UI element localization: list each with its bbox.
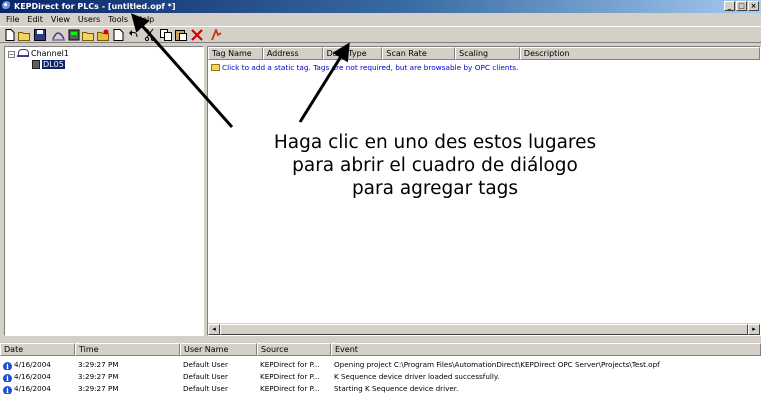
menu-help[interactable]: Help (132, 13, 158, 26)
callout-text: Haga clic en uno des estos lugares para … (225, 131, 645, 200)
scroll-right-arrow-icon[interactable]: ▸ (748, 324, 760, 335)
add-static-tag-text: Click to add a static tag. Tags are not … (222, 63, 519, 72)
menu-users[interactable]: Users (74, 13, 104, 26)
log-source: KEPDirect for P... (260, 360, 320, 369)
log-row[interactable]: i 4/16/2004 3:29:27 PM Default User KEPDi… (0, 383, 761, 394)
log-time: 3:29:27 PM (78, 384, 119, 393)
channel-icon[interactable] (52, 29, 65, 41)
menu-file[interactable]: File (2, 13, 23, 26)
scroll-left-arrow-icon[interactable]: ◂ (208, 324, 220, 335)
log-date: i 4/16/2004 (0, 371, 75, 382)
tree-item-device[interactable]: DL05 (32, 60, 65, 70)
column-header-date[interactable]: Date (0, 343, 75, 356)
cut-icon[interactable] (144, 28, 157, 42)
column-header-scan-rate[interactable]: Scan Rate (382, 47, 456, 60)
log-event: Starting K Sequence device driver. (334, 384, 459, 393)
callout-line-2: para abrir el cuadro de diálogo (292, 155, 578, 176)
minimize-button[interactable]: _ (724, 1, 735, 11)
log-date: i 4/16/2004 (0, 359, 75, 370)
toolbar (0, 26, 761, 43)
scroll-thumb[interactable] (220, 324, 748, 335)
channel-tree: − Channel1 DL05 (4, 46, 204, 336)
log-time: 3:29:27 PM (78, 360, 119, 369)
column-header-time[interactable]: Time (75, 343, 180, 356)
event-log: Date Time User Name Source Event i 4/16/2… (0, 341, 761, 409)
column-header-scaling[interactable]: Scaling (455, 47, 520, 60)
menu-bar: File Edit View Users Tools Help (0, 13, 761, 26)
new-group-icon[interactable] (82, 29, 95, 41)
column-header-data-type[interactable]: Data Type (322, 47, 383, 60)
log-time: 3:29:27 PM (78, 372, 119, 381)
save-icon[interactable] (33, 29, 46, 41)
log-user: Default User (183, 360, 228, 369)
new-file-icon[interactable] (3, 29, 16, 41)
callout-line-3: para agregar tags (351, 178, 519, 199)
log-source: KEPDirect for P... (260, 384, 320, 393)
info-icon: i (3, 386, 12, 394)
log-user: Default User (183, 384, 228, 393)
log-event: K Sequence device driver loaded successf… (334, 372, 500, 381)
log-event: Opening project C:\Program Files\Automat… (334, 360, 660, 369)
callout-line-1: Haga clic en uno des estos lugares (273, 132, 597, 153)
open-folder-icon[interactable] (18, 29, 31, 41)
new-tag-icon[interactable] (112, 29, 125, 41)
column-header-event[interactable]: Event (331, 343, 761, 356)
menu-tools[interactable]: Tools (104, 13, 132, 26)
log-row[interactable]: i 4/16/2004 3:29:27 PM Default User KEPDi… (0, 371, 761, 382)
column-header-address[interactable]: Address (262, 47, 323, 60)
add-static-tag-link[interactable]: Click to add a static tag. Tags are not … (211, 63, 518, 72)
column-header-user-name[interactable]: User Name (180, 343, 257, 356)
channel-label: Channel1 (31, 49, 69, 58)
device-icon[interactable] (67, 29, 80, 41)
app-icon (2, 1, 11, 10)
quick-client-icon[interactable] (210, 27, 223, 41)
menu-edit[interactable]: Edit (23, 13, 47, 26)
copy-icon[interactable] (159, 29, 172, 41)
log-user: Default User (183, 372, 228, 381)
delete-icon[interactable] (190, 29, 203, 41)
horizontal-scrollbar[interactable]: ◂ ▸ (208, 323, 760, 335)
log-source: KEPDirect for P... (260, 372, 320, 381)
add-tag-icon (211, 64, 220, 71)
event-log-header: Date Time User Name Source Event (0, 343, 761, 356)
column-header-source[interactable]: Source (257, 343, 331, 356)
log-date: i 4/16/2004 (0, 383, 75, 394)
app-window: KEPDirect for PLCs - [untitled.opf *] _ … (0, 0, 761, 409)
close-button[interactable]: × (748, 1, 759, 11)
maximize-button[interactable]: □ (736, 1, 747, 11)
device-label: DL05 (42, 60, 65, 69)
window-controls: _ □ × (724, 1, 759, 11)
title-bar[interactable]: KEPDirect for PLCs - [untitled.opf *] _ … (0, 0, 761, 13)
info-icon: i (3, 362, 12, 370)
column-header-description[interactable]: Description (519, 47, 760, 60)
menu-view[interactable]: View (47, 13, 74, 26)
new-tag-folder-icon[interactable] (97, 29, 110, 41)
log-row[interactable]: i 4/16/2004 3:29:27 PM Default User KEPDi… (0, 359, 761, 370)
collapse-icon[interactable]: − (8, 51, 15, 58)
channel-icon (17, 49, 29, 57)
tag-list-header: Tag Name Address Data Type Scan Rate Sca… (208, 47, 760, 60)
tree-item-channel[interactable]: − Channel1 (8, 49, 69, 59)
column-header-tag-name[interactable]: Tag Name (208, 47, 263, 60)
info-icon: i (3, 374, 12, 382)
paste-icon[interactable] (174, 29, 187, 41)
window-title: KEPDirect for PLCs - [untitled.opf *] (14, 2, 176, 11)
undo-icon[interactable] (127, 29, 140, 41)
device-icon (32, 60, 40, 69)
